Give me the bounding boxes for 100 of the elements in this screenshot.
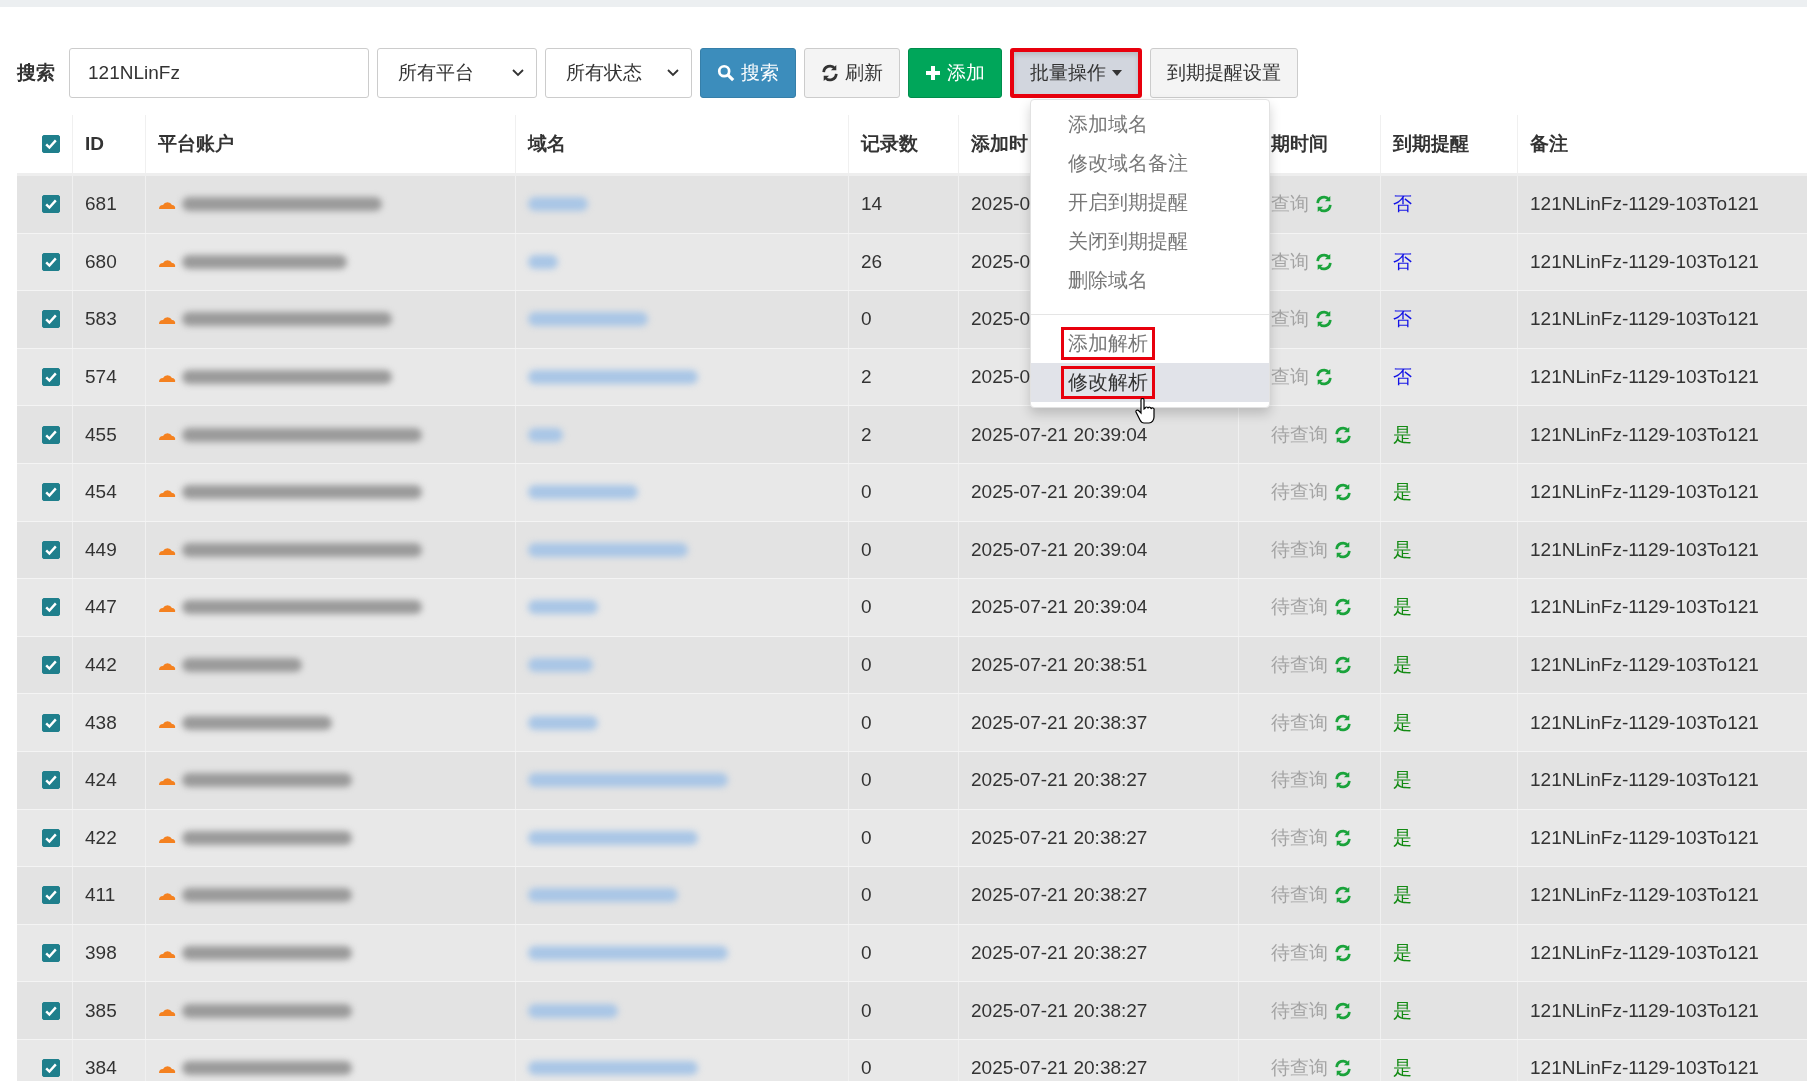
checkbox[interactable] xyxy=(41,483,60,502)
expiry-status: 待查询 xyxy=(1271,941,1328,965)
menu-item[interactable]: 开启到期提醒 xyxy=(1031,183,1269,222)
checkbox[interactable] xyxy=(41,252,60,271)
record-count: 0 xyxy=(861,596,872,619)
table-row[interactable]: 454 0 2025-07-21 20:39:04 待查询 是 121NLinFz-1129-103To121 xyxy=(17,463,1807,522)
menu-item[interactable]: 添加域名 xyxy=(1031,105,1269,144)
checkbox[interactable] xyxy=(41,368,60,387)
chevron-icon xyxy=(512,68,524,77)
checkbox[interactable] xyxy=(41,828,60,847)
note-cell: 121NLinFz-1129-103To121 xyxy=(1530,942,1759,964)
search-field[interactable]: 121NLinFz xyxy=(69,47,369,98)
id-cell: 385 xyxy=(85,999,117,1022)
expiry-status: 待查询 xyxy=(1271,825,1328,850)
table-row[interactable]: 455 2 2025-07-21 20:39:04 待查询 是 121NLinFz-1129-103To121 xyxy=(17,406,1807,464)
checkbox[interactable] xyxy=(41,195,60,214)
expiry-status: 待查询 xyxy=(1271,1056,1328,1081)
note-cell: 121NLinFz-1129-103To121 xyxy=(1530,884,1759,907)
id-cell: 455 xyxy=(85,423,117,446)
checkbox[interactable] xyxy=(41,598,60,617)
added-time: 2025-07-21 20:39:04 xyxy=(971,596,1148,619)
column-header: 记录数 xyxy=(861,132,918,156)
added-time: 2025-07-21 20:38:37 xyxy=(971,711,1148,734)
record-count: 14 xyxy=(861,193,883,216)
checkbox[interactable] xyxy=(41,540,60,559)
checkbox[interactable] xyxy=(41,1059,60,1078)
checkbox[interactable] xyxy=(41,944,60,962)
blurred-domain xyxy=(528,197,588,212)
checkbox[interactable] xyxy=(41,1001,60,1020)
id-cell: 574 xyxy=(85,366,117,389)
note-cell: 121NLinFz-1129-103To121 xyxy=(1530,769,1759,792)
added-time: 2025-0 xyxy=(971,308,1031,331)
record-count: 0 xyxy=(861,654,872,677)
refresh-button[interactable]: 刷新 xyxy=(804,47,900,98)
filter-select[interactable]: 所有状态 xyxy=(545,47,692,98)
note-cell: 121NLinFz-1129-103To121 xyxy=(1530,250,1759,273)
reminder-value: 否 xyxy=(1393,307,1412,332)
expiry-status: 查询 xyxy=(1271,307,1309,332)
expiry-status: 待查询 xyxy=(1271,480,1328,505)
note-cell: 121NLinFz-1129-103To121 xyxy=(1530,999,1759,1022)
column-header: 期时间 xyxy=(1271,132,1328,156)
id-cell: 454 xyxy=(85,481,117,504)
blurred-domain xyxy=(528,715,598,730)
chevron-icon xyxy=(667,68,679,77)
checkbox[interactable] xyxy=(41,713,60,732)
record-count: 0 xyxy=(861,826,872,849)
reminder-value: 是 xyxy=(1393,883,1412,908)
refresh-icon xyxy=(1334,944,1352,962)
refresh-icon xyxy=(1315,310,1333,329)
id-cell: 681 xyxy=(85,193,117,216)
note-cell: 121NLinFz-1129-103To121 xyxy=(1530,654,1759,677)
table-row[interactable]: 447 0 2025-07-21 20:39:04 待查询 是 121NLinFz-1129-103To121 xyxy=(17,579,1807,637)
reminder-value: 否 xyxy=(1393,192,1412,217)
expiry-status: 待查询 xyxy=(1271,883,1328,908)
refresh-icon xyxy=(1334,713,1352,732)
record-count: 0 xyxy=(861,711,872,734)
note-cell: 121NLinFz-1129-103To121 xyxy=(1530,481,1759,504)
settings-button[interactable]: 到期提醒设置 xyxy=(1150,47,1298,98)
checkbox[interactable] xyxy=(41,656,60,675)
table-row[interactable]: 438 0 2025-07-21 20:38:37 待查询 是 121NLinFz-1129-103To121 xyxy=(17,694,1807,752)
filter-select[interactable]: 所有平台 xyxy=(377,47,537,98)
refresh-icon xyxy=(1334,1001,1352,1020)
table-row[interactable]: 424 0 2025-07-21 20:38:27 待查询 是 121NLinFz-1129-103To121 xyxy=(17,751,1807,810)
refresh-icon xyxy=(1334,1059,1352,1078)
added-time: 2025-0 xyxy=(971,193,1031,216)
refresh-icon xyxy=(1334,886,1352,905)
record-count: 2 xyxy=(861,366,872,389)
checkbox[interactable] xyxy=(41,310,60,329)
reminder-value: 否 xyxy=(1393,249,1412,274)
id-cell: 384 xyxy=(85,1057,117,1080)
search-button[interactable]: 搜索 xyxy=(700,47,796,98)
checkbox[interactable] xyxy=(41,425,60,444)
table-row[interactable]: 442 0 2025-07-21 20:38:51 待查询 是 121NLinFz-1129-103To121 xyxy=(17,636,1807,695)
table-row[interactable]: 449 0 2025-07-21 20:39:04 待查询 是 121NLinFz-1129-103To121 xyxy=(17,521,1807,580)
blurred-domain xyxy=(528,254,558,269)
table-row[interactable]: 384 0 2025-07-21 20:38:27 待查询 是 121NLinFz-1129-103To121 xyxy=(17,1039,1807,1081)
column-header: 到期提醒 xyxy=(1393,132,1469,156)
table-row[interactable]: 411 0 2025-07-21 20:38:27 待查询 是 121NLinFz-1129-103To121 xyxy=(17,867,1807,925)
table-row[interactable]: 398 0 2025-07-21 20:38:27 待查询 是 121NLinFz-1129-103To121 xyxy=(17,924,1807,983)
expiry-status: 待查询 xyxy=(1271,998,1328,1023)
checkbox[interactable] xyxy=(41,135,60,153)
menu-item[interactable]: 修改解析 xyxy=(1031,363,1269,402)
plus-icon xyxy=(925,64,941,81)
column-header: 平台账户 xyxy=(158,132,234,156)
note-cell: 121NLinFz-1129-103To121 xyxy=(1530,711,1759,734)
note-cell: 121NLinFz-1129-103To121 xyxy=(1530,308,1759,331)
expiry-status: 待查询 xyxy=(1271,422,1328,447)
checkbox[interactable] xyxy=(41,886,60,905)
note-cell: 121NLinFz-1129-103To121 xyxy=(1530,1057,1759,1080)
expiry-status: 查询 xyxy=(1271,192,1309,217)
table-row[interactable]: 385 0 2025-07-21 20:38:27 待查询 是 121NLinFz-1129-103To121 xyxy=(17,982,1807,1040)
refresh-icon xyxy=(1334,656,1352,675)
checkbox[interactable] xyxy=(41,771,60,790)
added-time: 2025-07-21 20:39:04 xyxy=(971,423,1148,446)
added-time: 2025-07-21 20:38:27 xyxy=(971,826,1148,849)
table-row[interactable]: 422 0 2025-07-21 20:38:27 待查询 是 121NLinFz-1129-103To121 xyxy=(17,809,1807,868)
blurred-domain xyxy=(528,658,593,673)
batch-button[interactable]: 批量操作 xyxy=(1010,47,1142,98)
expiry-status: 待查询 xyxy=(1271,768,1328,793)
refresh-icon xyxy=(821,63,839,82)
